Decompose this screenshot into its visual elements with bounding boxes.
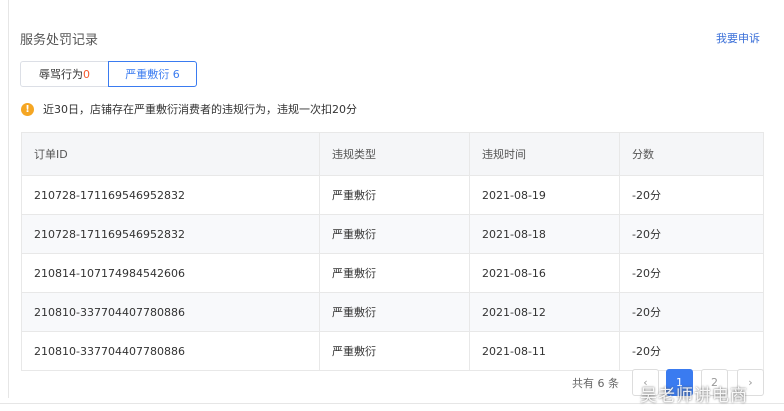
column-header: 订单ID — [21, 132, 320, 176]
table-cell: 210814-107174984542606 — [21, 253, 320, 293]
watermark: 吴老师讲电商 — [640, 386, 748, 406]
table-cell: 2021-08-12 — [469, 292, 620, 332]
table-cell: 2021-08-16 — [469, 253, 620, 293]
column-header: 违规时间 — [469, 132, 620, 176]
column-header: 违规类型 — [319, 132, 470, 176]
table-cell: 严重敷衍 — [319, 253, 470, 293]
table-cell: 严重敷衍 — [319, 175, 470, 215]
table-cell: 2021-08-18 — [469, 214, 620, 254]
tab-count: 0 — [83, 68, 90, 81]
tab-label: 严重敷衍 — [125, 68, 170, 81]
left-divider — [8, 0, 9, 398]
tab-count: 6 — [172, 68, 180, 81]
table-row: 210728-171169546952832 严重敷衍 2021-08-19 -20分 — [21, 175, 764, 215]
table-row: 210810-337704407780886 严重敷衍 2021-08-12 -20分 — [21, 292, 764, 332]
table-cell: 2021-08-19 — [469, 175, 620, 215]
table-cell: 严重敷衍 — [319, 331, 470, 371]
tab-abuse[interactable]: 辱骂行为0 — [20, 61, 109, 87]
table-cell: -20分 — [619, 175, 764, 215]
table-cell: -20分 — [619, 214, 764, 254]
total-count: 共有 6 条 — [572, 377, 619, 390]
table-header: 订单ID 违规类型 违规时间 分数 — [21, 132, 764, 176]
warning-icon: ! — [21, 102, 34, 116]
column-header: 分数 — [619, 132, 764, 176]
notice-text: 近30日，店铺存在严重敷衍消费者的违规行为，违规一次扣20分 — [43, 103, 357, 116]
table-cell: 210810-337704407780886 — [21, 331, 320, 371]
table-row: 210728-171169546952832 严重敷衍 2021-08-18 -20分 — [21, 214, 764, 254]
table-row: 210814-107174984542606 严重敷衍 2021-08-16 -20分 — [21, 253, 764, 293]
table-cell: -20分 — [619, 253, 764, 293]
penalty-table: 订单ID 违规类型 违规时间 分数 210728-171169546952832… — [21, 132, 764, 371]
table-row: 210810-337704407780886 严重敷衍 2021-08-11 -20分 — [21, 331, 764, 371]
notice-bar: ! 近30日，店铺存在严重敷衍消费者的违规行为，违规一次扣20分 — [21, 101, 357, 117]
tab-perfunctory[interactable]: 严重敷衍 6 — [108, 61, 197, 87]
table-cell: -20分 — [619, 331, 764, 371]
table-cell: 严重敷衍 — [319, 292, 470, 332]
table-cell: 210810-337704407780886 — [21, 292, 320, 332]
table-cell: 2021-08-11 — [469, 331, 620, 371]
appeal-link[interactable]: 我要申诉 — [716, 30, 760, 46]
table-cell: -20分 — [619, 292, 764, 332]
tab-label: 辱骂行为 — [39, 68, 83, 81]
table-cell: 210728-171169546952832 — [21, 214, 320, 254]
page-title: 服务处罚记录 — [20, 33, 99, 48]
table-cell: 210728-171169546952832 — [21, 175, 320, 215]
table-cell: 严重敷衍 — [319, 214, 470, 254]
